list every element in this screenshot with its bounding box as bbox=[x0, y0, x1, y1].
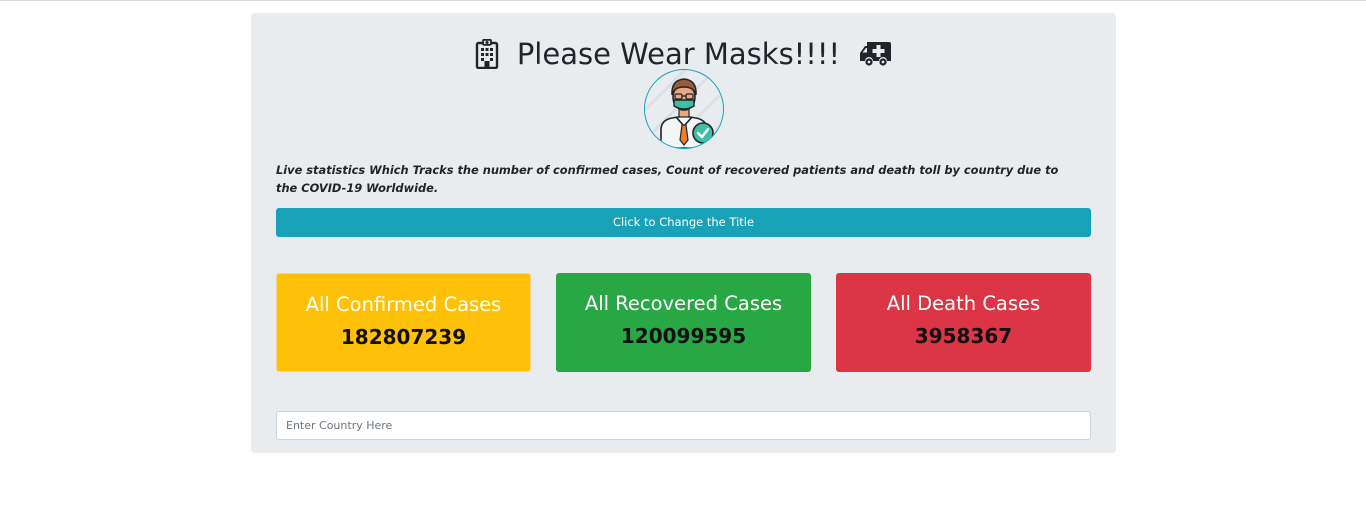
country-search-input[interactable] bbox=[276, 411, 1091, 440]
main-panel: Please Wear Masks!!!! Live statistics Wh… bbox=[251, 13, 1116, 453]
masked-doctor-avatar bbox=[644, 69, 724, 149]
confirmed-cases-card: All Confirmed Cases 182807239 bbox=[276, 273, 531, 372]
death-cases-count: 3958367 bbox=[914, 324, 1013, 348]
page-header: Please Wear Masks!!!! bbox=[251, 37, 1116, 71]
top-divider bbox=[0, 0, 1366, 1]
page-title: Please Wear Masks!!!! bbox=[516, 37, 841, 71]
recovered-cases-card: All Recovered Cases 120099595 bbox=[556, 273, 811, 372]
death-cases-card: All Death Cases 3958367 bbox=[836, 273, 1091, 372]
confirmed-cases-count: 182807239 bbox=[340, 325, 467, 349]
hospital-icon bbox=[475, 39, 499, 69]
death-cases-title: All Death Cases bbox=[886, 292, 1041, 315]
description-text: Live statistics Which Tracks the number … bbox=[276, 163, 1059, 195]
confirmed-cases-title: All Confirmed Cases bbox=[305, 293, 502, 316]
recovered-cases-count: 120099595 bbox=[620, 324, 747, 348]
change-title-button[interactable]: Click to Change the Title bbox=[276, 208, 1091, 237]
recovered-cases-title: All Recovered Cases bbox=[584, 292, 783, 315]
ambulance-icon bbox=[858, 40, 892, 68]
